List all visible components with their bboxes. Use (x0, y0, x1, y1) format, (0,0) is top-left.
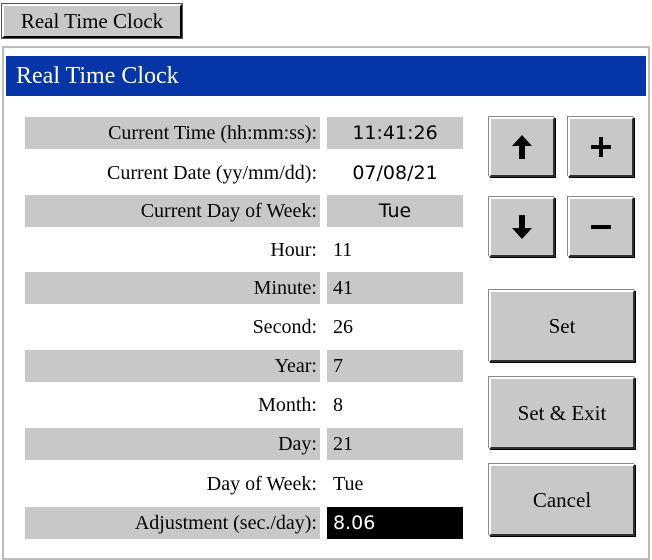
set-exit-button-label: Set & Exit (517, 401, 607, 425)
month-label: Month: (258, 394, 317, 416)
set-exit-button[interactable]: Set & Exit (489, 377, 635, 449)
hour-label: Hour: (270, 239, 317, 261)
current-time-row: Current Time (hh:mm:ss): 11:41:26 (25, 117, 463, 149)
second-label: Second: (252, 316, 317, 338)
month-row[interactable]: Month: 8 (25, 389, 463, 421)
minute-field[interactable]: 41 (333, 272, 353, 304)
minus-icon (591, 225, 611, 229)
day-of-week-field[interactable]: Tue (333, 468, 363, 500)
minus-button[interactable] (568, 197, 634, 257)
window-title: Real Time Clock (6, 56, 646, 96)
arrow-down-icon (512, 215, 532, 239)
cancel-button[interactable]: Cancel (489, 464, 635, 536)
real-time-clock-tab-button[interactable]: Real Time Clock (2, 4, 182, 38)
minute-row[interactable]: Minute: 41 (25, 272, 463, 304)
year-label: Year: (274, 355, 317, 377)
second-field[interactable]: 26 (333, 311, 353, 343)
current-date-value: 07/08/21 (352, 162, 438, 184)
cancel-button-label: Cancel (532, 488, 592, 512)
hour-row[interactable]: Hour: 11 (25, 234, 463, 266)
current-time-value: 11:41:26 (352, 122, 438, 144)
second-row[interactable]: Second: 26 (25, 311, 463, 343)
plus-button[interactable] (568, 117, 634, 177)
day-of-week-label: Day of Week: (206, 473, 317, 495)
adjustment-field[interactable]: 8.06 (333, 507, 375, 539)
current-date-row: Current Date (yy/mm/dd): 07/08/21 (25, 157, 463, 189)
adjustment-label: Adjustment (sec./day): (134, 512, 317, 534)
day-of-week-row[interactable]: Day of Week: Tue (25, 468, 463, 500)
day-row[interactable]: Day: 21 (25, 428, 463, 460)
day-field[interactable]: 21 (333, 428, 353, 460)
current-day-of-week-label: Current Day of Week: (140, 200, 317, 222)
up-button[interactable] (489, 117, 555, 177)
month-field[interactable]: 8 (333, 389, 343, 421)
down-button[interactable] (489, 197, 555, 257)
current-date-label: Current Date (yy/mm/dd): (107, 162, 317, 184)
plus-icon (591, 137, 611, 157)
current-time-label: Current Time (hh:mm:ss): (108, 122, 317, 144)
year-row[interactable]: Year: 7 (25, 350, 463, 382)
day-label: Day: (278, 433, 317, 455)
current-day-of-week-value: Tue (378, 200, 412, 222)
adjustment-row[interactable]: Adjustment (sec./day): 8.06 (25, 507, 463, 539)
hour-field[interactable]: 11 (333, 234, 352, 266)
set-button[interactable]: Set (489, 290, 635, 362)
year-field[interactable]: 7 (333, 350, 343, 382)
set-button-label: Set (548, 314, 576, 338)
minute-label: Minute: (253, 277, 317, 299)
arrow-up-icon (512, 135, 532, 159)
current-day-of-week-row: Current Day of Week: Tue (25, 195, 463, 227)
